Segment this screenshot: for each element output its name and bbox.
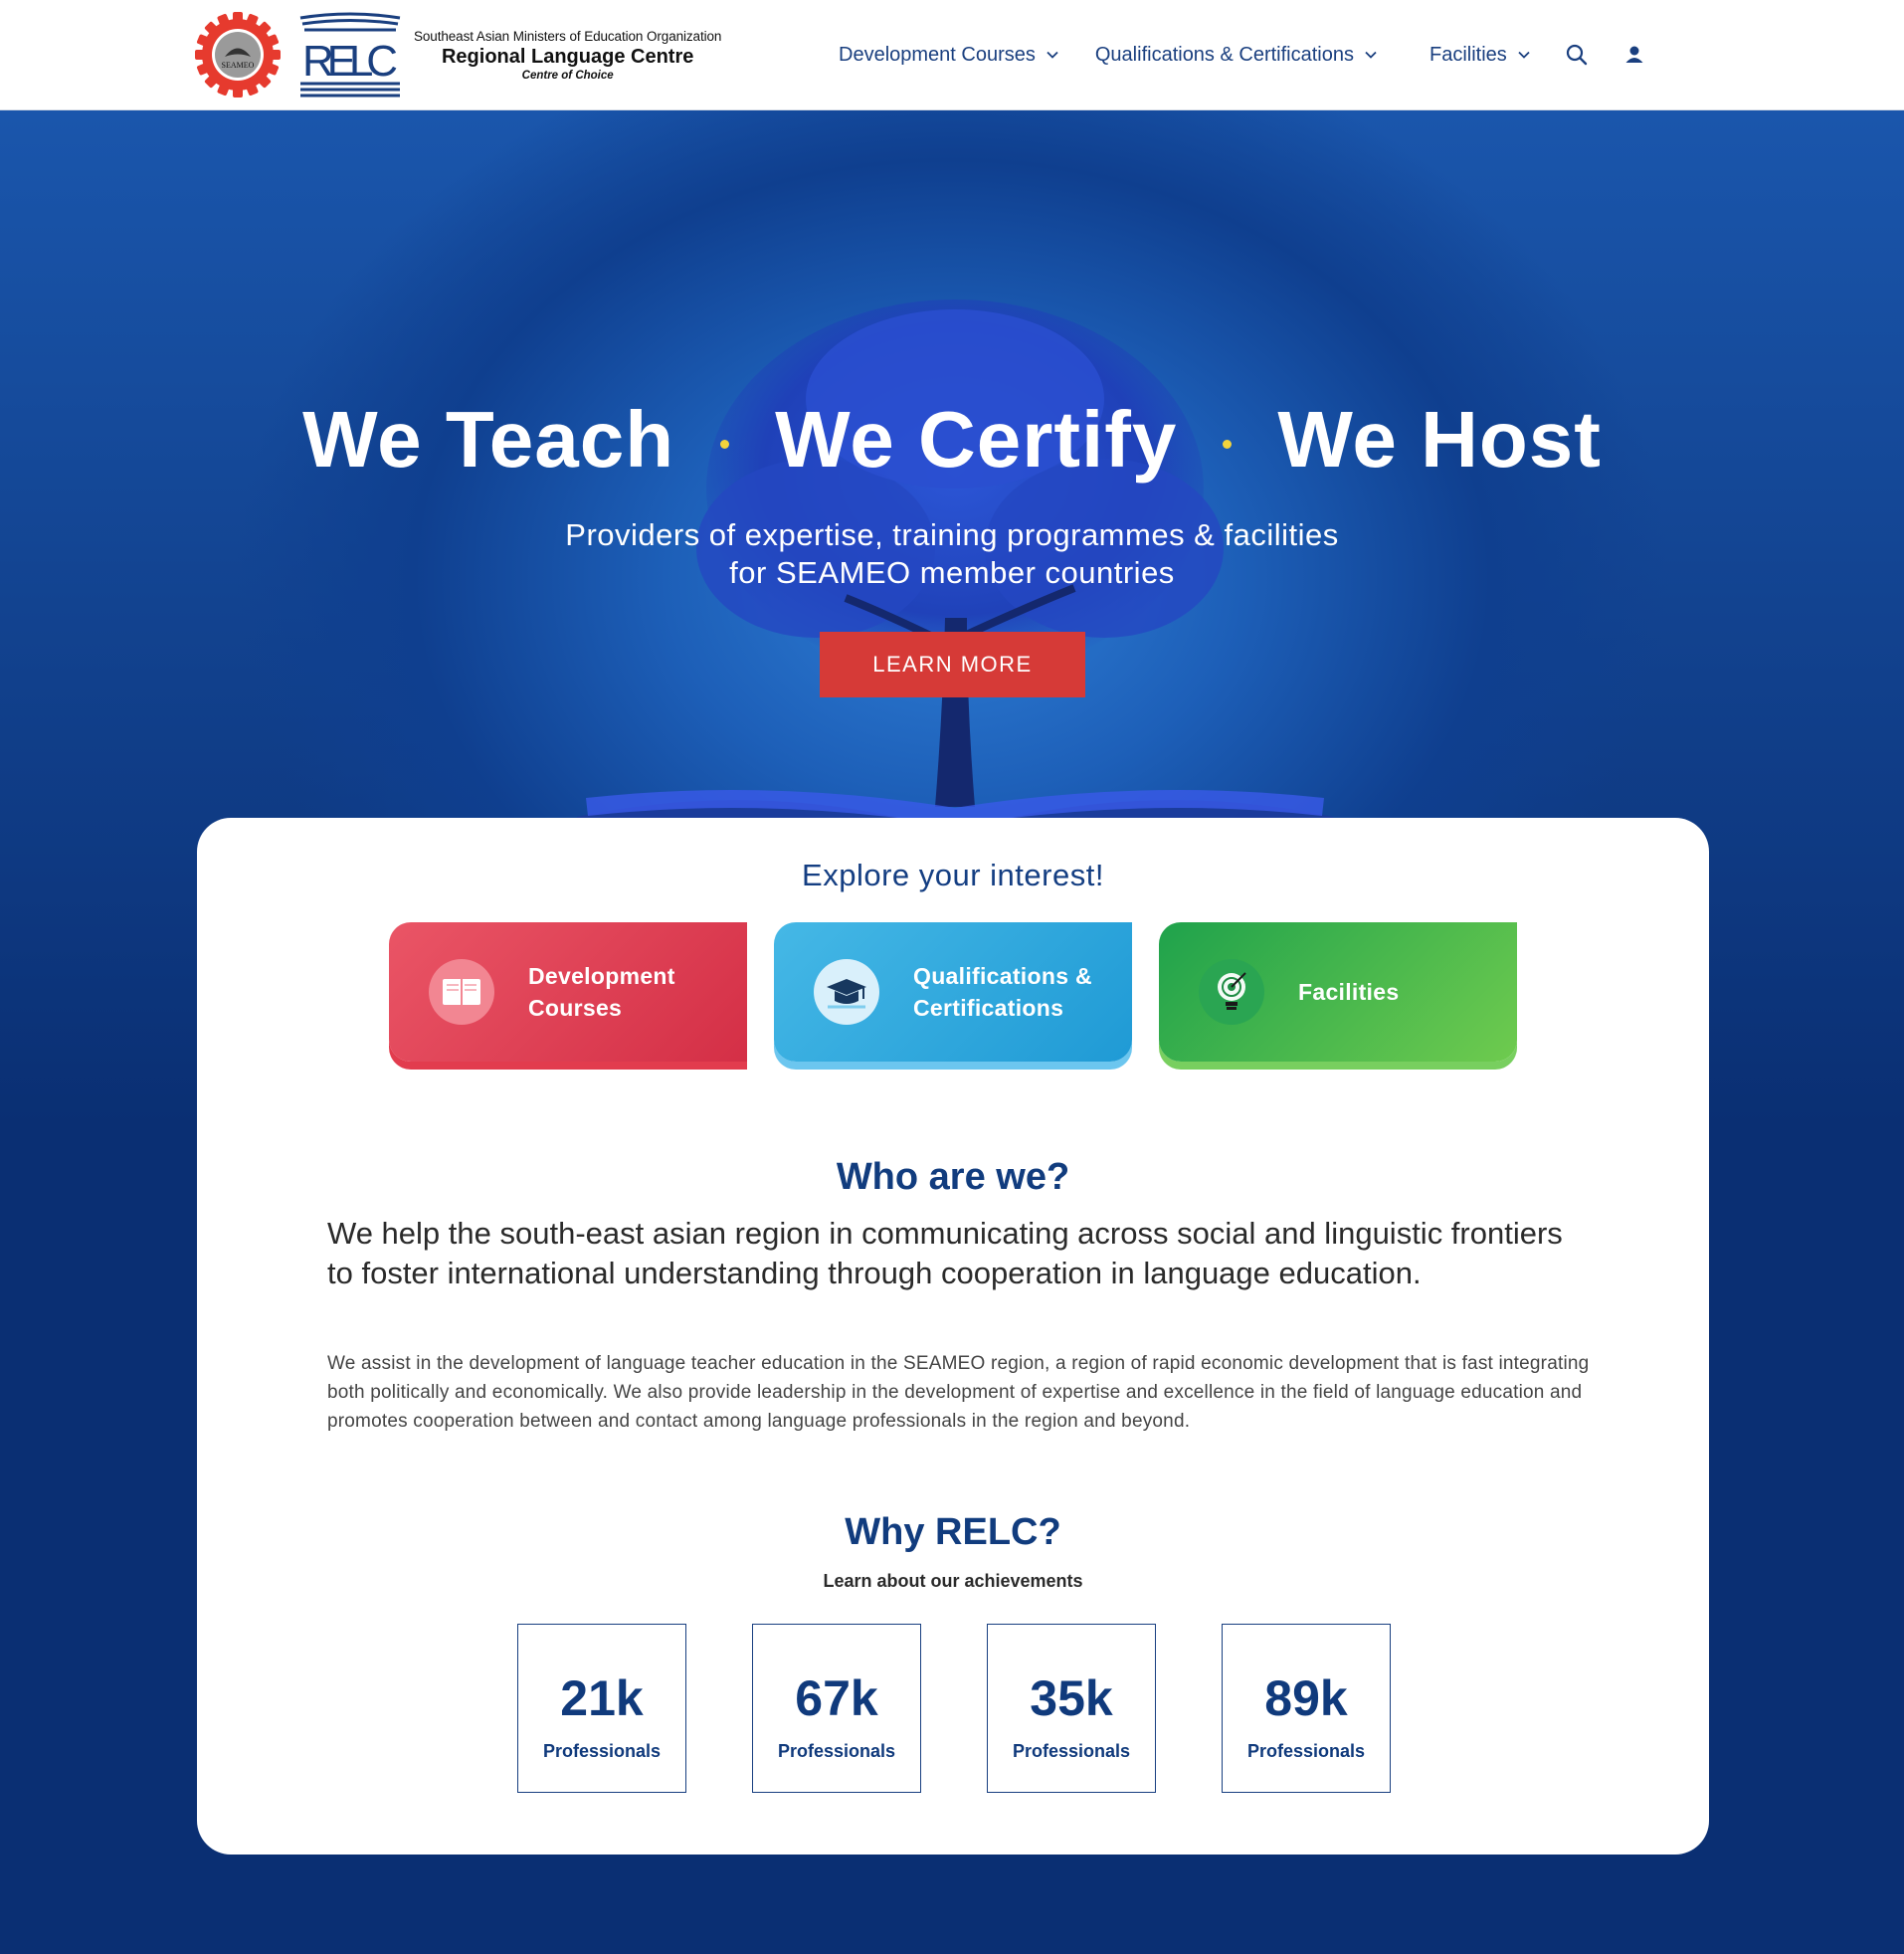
stat-box: 35k Professionals <box>987 1624 1156 1793</box>
svg-text:SEAMEO: SEAMEO <box>222 61 255 70</box>
tile-development-courses[interactable]: Development Courses <box>389 922 747 1062</box>
stat-value: 67k <box>795 1669 878 1726</box>
stat-value: 89k <box>1264 1669 1348 1726</box>
tile-label: Facilities <box>1298 976 1399 1008</box>
chevron-down-icon <box>1518 51 1530 59</box>
tile-label: Qualifications & Certifications <box>913 960 1092 1024</box>
user-icon[interactable] <box>1622 43 1646 67</box>
hero-title-teach: We Teach <box>302 395 675 484</box>
tile-label-line2: Courses <box>528 995 623 1021</box>
hero-subtitle-line2: for SEAMEO member countries <box>729 555 1175 590</box>
chevron-down-icon <box>1047 51 1058 59</box>
tile-label-line1: Facilities <box>1298 979 1400 1005</box>
stat-label: Professionals <box>1012 1740 1131 1761</box>
tile-label: Development Courses <box>528 960 675 1024</box>
who-lead: We help the south-east asian region in c… <box>327 1216 1563 1290</box>
separator-dot <box>720 439 730 449</box>
stat-box: 21k Professionals <box>517 1624 686 1793</box>
who-body: We assist in the development of language… <box>327 1353 1590 1432</box>
hero-title-certify: We Certify <box>775 395 1178 484</box>
relc-logo: RELC <box>294 12 406 98</box>
main-nav: Development Courses Qualifications & Cer… <box>839 38 1646 72</box>
stat-value: 35k <box>1030 1669 1113 1726</box>
svg-text:RELC: RELC <box>302 37 398 86</box>
nav-development-courses[interactable]: Development Courses <box>839 44 1059 67</box>
nav-facilities[interactable]: Facilities <box>1429 44 1531 67</box>
org-name: Southeast Asian Ministers of Education O… <box>414 28 722 44</box>
tile-label-line2: Certifications <box>913 995 1064 1021</box>
learn-more-button[interactable]: LEARN MORE <box>820 632 1085 697</box>
tagline: Centre of Choice <box>521 69 614 82</box>
stat-value: 21k <box>560 1669 644 1726</box>
nav-qualifications[interactable]: Qualifications & Certifications <box>1095 44 1378 67</box>
chevron-down-icon <box>1365 51 1377 59</box>
hero-title-host: We Host <box>1277 395 1602 484</box>
relc-wordmark: Southeast Asian Ministers of Education O… <box>414 29 721 82</box>
nav-label: Development Courses <box>839 43 1036 66</box>
explore-title: Explore your interest! <box>802 858 1104 892</box>
stat-label: Professionals <box>542 1740 662 1761</box>
hero-subtitle-line1: Providers of expertise, training program… <box>565 517 1339 552</box>
tile-qualifications[interactable]: Qualifications & Certifications <box>774 922 1132 1062</box>
stat-box: 67k Professionals <box>752 1624 921 1793</box>
site-header: SEAMEO RELC Southeast Asian Ministers of… <box>0 0 1904 110</box>
hero-section: We Teach We Certify We Host Providers of… <box>0 110 1904 1954</box>
why-title: Why RELC? <box>845 1511 1061 1553</box>
tile-label-line1: Qualifications & <box>913 963 1092 989</box>
hero-title: We Teach We Certify We Host <box>0 394 1904 486</box>
centre-name: Regional Language Centre <box>441 45 694 68</box>
content-card: Explore your interest! Development Cours… <box>197 818 1709 1855</box>
stat-label: Professionals <box>777 1740 896 1761</box>
seameo-logo: SEAMEO <box>195 12 281 98</box>
nav-label: Qualifications & Certifications <box>1094 43 1354 66</box>
tile-facilities[interactable]: Facilities <box>1159 922 1517 1062</box>
graduation-cap-icon <box>814 959 879 1025</box>
tile-label-line1: Development <box>528 963 675 989</box>
search-icon[interactable] <box>1565 43 1589 67</box>
stat-label: Professionals <box>1246 1740 1366 1761</box>
who-title: Who are we? <box>836 1156 1070 1198</box>
lightbulb-target-icon <box>1199 959 1264 1025</box>
nav-label: Facilities <box>1428 43 1507 66</box>
hero-subtitle: Providers of expertise, training program… <box>0 516 1904 592</box>
logo[interactable]: SEAMEO RELC Southeast Asian Ministers of… <box>195 12 721 98</box>
stat-box: 89k Professionals <box>1222 1624 1391 1793</box>
book-icon <box>429 959 494 1025</box>
why-subtitle: Learn about our achievements <box>823 1571 1083 1591</box>
separator-dot <box>1223 439 1233 449</box>
